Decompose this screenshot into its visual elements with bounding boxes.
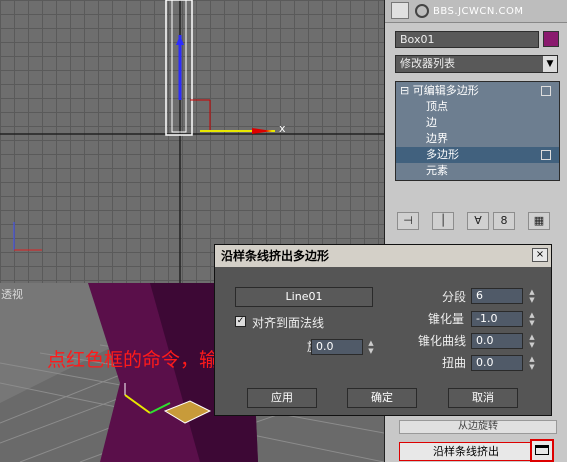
- stack-root-item[interactable]: ⊟ 可编辑多边形: [396, 83, 559, 99]
- dialog-title: 沿样条线挤出多边形: [215, 245, 551, 267]
- extrude-along-spline-dialog: 沿样条线挤出多边形 × Line01 ✓ 对齐到面法线 旋转 0.0 ▲▼ 分段…: [214, 244, 552, 416]
- segments-field[interactable]: 6: [471, 288, 523, 304]
- command-tabs: BBS.JCWCN.COM: [385, 0, 567, 23]
- extrude-along-spline-button[interactable]: 沿样条线挤出: [399, 442, 533, 461]
- segments-label: 分段: [442, 290, 467, 304]
- modifier-list-label: 修改器列表: [400, 57, 455, 70]
- pin-stack-icon[interactable]: ⊣: [397, 212, 419, 230]
- stack-item-vertex[interactable]: 顶点: [396, 99, 559, 115]
- hierarchy-tab-icon[interactable]: [415, 4, 429, 18]
- taper-curve-field[interactable]: 0.0: [471, 333, 523, 349]
- object-color-swatch[interactable]: [543, 31, 559, 47]
- show-end-result-icon[interactable]: │: [432, 212, 454, 230]
- polygon-toggle[interactable]: [541, 150, 551, 160]
- stack-item-element[interactable]: 元素: [396, 163, 559, 179]
- stack-item-polygon[interactable]: 多边形: [396, 147, 559, 163]
- top-viewport[interactable]: x: [0, 0, 384, 283]
- pick-spline-button[interactable]: Line01: [235, 287, 373, 307]
- twist-spinner[interactable]: ▲ ▼: [528, 355, 536, 371]
- rotation-field[interactable]: 0.0: [311, 339, 363, 355]
- stack-root-toggle[interactable]: [541, 86, 551, 96]
- taper-curve-spinner[interactable]: ▲ ▼: [528, 333, 536, 349]
- axis-x-label: x: [279, 122, 286, 135]
- align-normal-checkbox[interactable]: ✓: [235, 316, 246, 327]
- taper-amount-spinner[interactable]: ▲ ▼: [528, 311, 536, 327]
- taper-curve-label: 锥化曲线: [418, 334, 467, 348]
- top-viewport-scene: [0, 0, 384, 283]
- configure-sets-icon[interactable]: ▦: [528, 212, 550, 230]
- twist-label: 扭曲: [442, 356, 467, 370]
- modifier-stack: ⊟ 可编辑多边形 顶点 边 边界 多边形 元素: [395, 81, 560, 181]
- modifier-list-dropdown[interactable]: 修改器列表 ▼: [395, 55, 558, 73]
- object-name-field[interactable]: Box01: [395, 31, 539, 48]
- hinge-from-edge-button[interactable]: 从边旋转: [399, 420, 557, 434]
- segments-spinner[interactable]: ▲ ▼: [528, 288, 536, 304]
- apply-button[interactable]: 应用: [247, 388, 317, 408]
- taper-amount-field[interactable]: -1.0: [471, 311, 523, 327]
- perspective-label: 透视: [1, 288, 23, 301]
- remove-modifier-icon[interactable]: 8: [493, 212, 515, 230]
- ok-button[interactable]: 确定: [347, 388, 417, 408]
- stack-item-edge[interactable]: 边: [396, 115, 559, 131]
- rotation-spinner[interactable]: ▲ ▼: [367, 339, 375, 355]
- modify-tab-icon[interactable]: [391, 2, 409, 19]
- close-icon[interactable]: ×: [532, 248, 548, 262]
- twist-field[interactable]: 0.0: [471, 355, 523, 371]
- cancel-button[interactable]: 取消: [448, 388, 518, 408]
- chevron-down-icon[interactable]: ▼: [543, 56, 557, 72]
- watermark: BBS.JCWCN.COM: [433, 6, 524, 17]
- extrude-along-spline-settings-icon[interactable]: [530, 439, 554, 462]
- stack-item-border[interactable]: 边界: [396, 131, 559, 147]
- taper-amount-label: 锥化量: [428, 312, 465, 326]
- make-unique-icon[interactable]: ∀: [467, 212, 489, 230]
- align-normal-label: 对齐到面法线: [252, 316, 325, 330]
